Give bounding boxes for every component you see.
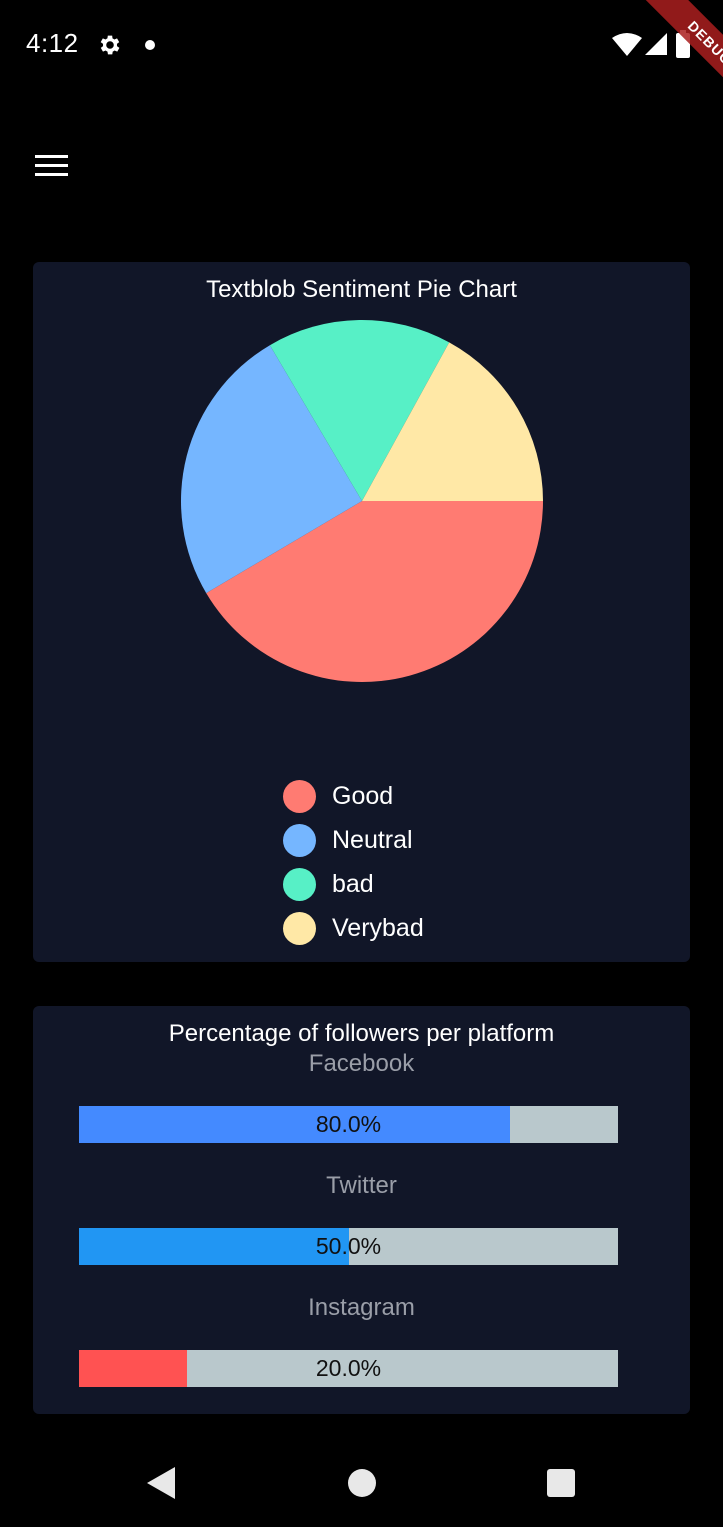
- wifi-icon: [612, 33, 642, 56]
- system-nav-bar: [0, 1440, 723, 1527]
- legend-label-bad: bad: [332, 869, 374, 898]
- signal-icon: [645, 33, 667, 55]
- gear-icon: [100, 35, 120, 55]
- progress-bar-facebook: 80.0%: [79, 1106, 618, 1143]
- legend-swatch-neutral: [283, 823, 316, 857]
- battery-icon: [676, 30, 690, 58]
- legend-swatch-verybad: [283, 911, 316, 945]
- progress-text-instagram: 20.0%: [315, 1355, 382, 1381]
- home-icon[interactable]: [348, 1469, 376, 1497]
- legend-item-verybad: Verybad: [283, 906, 424, 950]
- pie-legend: Good Neutral bad Verybad: [283, 774, 424, 950]
- legend-label-neutral: Neutral: [332, 825, 413, 854]
- notification-dot-icon: [145, 40, 155, 50]
- sentiment-pie-card: Textblob Sentiment Pie Chart Good Neutral…: [33, 262, 690, 962]
- legend-item-bad: bad: [283, 862, 424, 906]
- progress-text-twitter: 50.0%: [315, 1233, 382, 1259]
- platform-label-instagram: Instagram: [308, 1294, 415, 1321]
- progress-bar-instagram: 20.0%: [79, 1350, 618, 1387]
- status-bar: 4:12: [0, 0, 723, 90]
- followers-card: Percentage of followers per platform Fac…: [33, 1006, 690, 1414]
- pie-chart-title: Textblob Sentiment Pie Chart: [206, 276, 517, 303]
- status-time: 4:12: [26, 28, 79, 58]
- progress-text-facebook: 80.0%: [315, 1111, 382, 1137]
- progress-bar-twitter: 50.0%: [79, 1228, 618, 1265]
- followers-title: Percentage of followers per platform: [168, 1020, 555, 1047]
- legend-label-good: Good: [332, 781, 394, 810]
- back-icon[interactable]: [147, 1467, 175, 1499]
- legend-item-neutral: Neutral: [283, 818, 424, 862]
- platform-label-twitter: Twitter: [326, 1172, 397, 1199]
- platform-label-facebook: Facebook: [308, 1050, 415, 1077]
- sentiment-pie-chart: [180, 320, 543, 682]
- hamburger-menu-icon[interactable]: [28, 146, 74, 186]
- legend-item-good: Good: [283, 774, 424, 818]
- legend-swatch-good: [283, 779, 316, 813]
- legend-label-verybad: Verybad: [332, 913, 424, 942]
- recent-apps-icon[interactable]: [547, 1469, 575, 1497]
- legend-swatch-bad: [283, 867, 316, 901]
